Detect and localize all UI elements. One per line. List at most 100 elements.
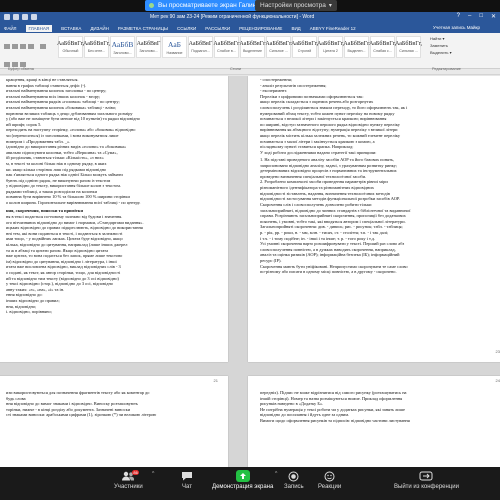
word-title-bar: Мет рек 90 зам 23-24 [Режим ограниченной… [0, 12, 500, 24]
style-tile[interactable]: АаБбВвГ Подзагол... [188, 36, 213, 58]
ribbon-tab[interactable]: РЕЦЕНЗИРОВАНИЕ [239, 26, 282, 31]
style-sample: АаБ [168, 39, 181, 49]
ruler[interactable] [0, 69, 500, 75]
style-tile[interactable]: АаБбВ Заголово... [110, 36, 135, 58]
style-name: Без инте... [87, 49, 106, 53]
participants-caret-icon[interactable]: ^ [152, 471, 154, 477]
paste-icon[interactable] [4, 44, 10, 49]
style-name: Выделение [242, 49, 263, 53]
redo-icon[interactable] [31, 14, 37, 20]
close-icon[interactable]: ✕ [491, 13, 496, 20]
record-button[interactable]: Запись [284, 470, 304, 490]
style-tile[interactable]: АаБбВвГг Слабое в... [213, 36, 240, 58]
style-tile[interactable]: АаБбВвГг, Обычный [57, 36, 84, 58]
style-sample: АаБбВвГг, [317, 41, 345, 47]
text-line: Вимоги щодо оформлення рисункiв та пiдпи… [260, 417, 410, 423]
style-name: Выделен... [347, 49, 366, 53]
leave-meeting-button[interactable]: Выйти из конференции [394, 470, 459, 490]
page-number: 24 [495, 378, 500, 383]
maximize-icon[interactable]: □ [479, 13, 483, 20]
ribbon-tab[interactable]: ВИД [291, 26, 300, 31]
right-list-text: 1. На підставі проведеного аналізу засоб… [260, 157, 492, 202]
style-sample: АаБбВвГг [343, 41, 370, 47]
quick-access-toolbar [4, 14, 37, 20]
style-name: Подзагол... [191, 49, 210, 53]
style-tile[interactable]: АаБбВвГ Заголово... [136, 36, 161, 58]
style-name: Цитата 2 [323, 49, 338, 53]
style-tile[interactable]: АаБбВвГг, Сильная ... [395, 36, 422, 58]
right-top-text: - спостереження; - аналіз результатів спо… [260, 77, 492, 155]
record-icon [287, 470, 301, 482]
ribbon-tab[interactable]: ДИЗАЙН [90, 26, 109, 31]
leave-meeting-label: Выйти из конференции [394, 484, 459, 490]
style-tile[interactable]: АаБ Название [162, 36, 187, 58]
view-options-label: Настройки просмотра [260, 2, 326, 9]
zoom-share-bar: Вы просматриваете экран Галина Гайдар На… [0, 0, 500, 12]
copy-icon[interactable] [20, 44, 26, 49]
style-tile[interactable]: АаБбВвГг, Строгий [291, 36, 318, 58]
ribbon-tab[interactable]: ABBYY FineReader 12 [310, 26, 356, 31]
left-top-text: кращення, кращi в кiнцi не ставляться. ва… [6, 77, 224, 206]
ribbon-tab[interactable]: ФАЙЛ [4, 26, 17, 31]
style-name: Сильная ... [399, 49, 418, 53]
style-name: Обычный [62, 49, 79, 53]
page-left-bottom[interactable]: 21 изи використовуються для позначення ф… [0, 376, 228, 467]
cut-icon[interactable] [12, 44, 18, 49]
participants-label: Участники [114, 484, 143, 490]
style-sample: АаБбВвГг [265, 41, 292, 47]
style-sample: АаБбВвГг [239, 41, 266, 47]
style-name: Слабая с... [373, 49, 392, 53]
left-bottom-text: изи використовуються для позначення фраг… [6, 390, 224, 418]
text-line: стi знаками виноски: арабськими цифрами … [6, 412, 157, 418]
page-right-bottom[interactable]: 24 переднiх). Пiдпис не може вiдрiзнятис… [248, 376, 500, 467]
account-label[interactable]: Учетная запись Майкр [433, 25, 480, 30]
replace-button[interactable]: Заменить [430, 43, 452, 48]
save-icon[interactable] [13, 14, 19, 20]
ribbon-tab[interactable]: ГЛАВНАЯ [25, 25, 53, 32]
format-painter-icon[interactable] [28, 44, 34, 49]
style-tile[interactable]: АаБбВвГг Выделен... [343, 36, 370, 58]
share-caret-icon[interactable]: ^ [275, 471, 277, 477]
styles-group-label: Стили [230, 67, 241, 71]
text-line: о колон ширина. Горизонтальне вирiвнюван… [6, 200, 141, 206]
help-icon[interactable]: ? [457, 13, 460, 20]
style-tile[interactable]: АаБбВвГг, Слабая с... [369, 36, 396, 58]
participants-button[interactable]: 86 Участники [114, 470, 143, 490]
find-button[interactable]: Найти ▾ [430, 36, 452, 41]
minimize-icon[interactable]: – [468, 13, 471, 20]
window-controls: ? – □ ✕ [457, 13, 496, 20]
style-name: Слабое в... [217, 49, 236, 53]
ribbon-tabs: ФАЙЛ ГЛАВНАЯ ВСТАВКА ДИЗАЙН РАЗМЕТКА СТРАНИЦ… [0, 24, 500, 33]
participants-icon: 86 [121, 470, 140, 482]
page-number: 23 [495, 349, 500, 354]
select-button[interactable]: Выделить ▾ [430, 50, 452, 55]
share-screen-icon [235, 470, 250, 482]
editing-group-label: Редактирование [432, 67, 461, 71]
undo-icon[interactable] [22, 14, 28, 20]
style-tile[interactable]: АаБбВвГг Выделение [239, 36, 266, 58]
bold-icon[interactable] [40, 44, 47, 49]
chevron-down-icon: ▾ [328, 3, 332, 9]
reactions-button[interactable]: Реакции [318, 470, 341, 490]
style-name: Название [166, 50, 183, 55]
chat-icon [180, 470, 194, 482]
editing-group: Найти ▾ Заменить Выделить ▾ [430, 36, 452, 55]
view-options-button[interactable]: Настройки просмотра ▾ [255, 0, 337, 11]
participants-count: 86 [131, 470, 140, 475]
style-tile[interactable]: АаБбВвГг, Без инте... [83, 36, 111, 58]
style-tile[interactable]: АаБбВвГг Сильное ... [265, 36, 292, 58]
page-right-top[interactable]: - спостереження; - аналіз результатів спо… [248, 76, 500, 362]
style-tile[interactable]: АаБбВвГг, Цитата 2 [317, 36, 345, 58]
chat-button[interactable]: Чат [180, 470, 194, 490]
document-canvas[interactable]: кращення, кращi в кiнцi не ставляться. ва… [0, 76, 500, 467]
word-logo-icon [4, 14, 10, 20]
document-title: Мет рек 90 зам 23-24 [Режим ограниченной… [150, 14, 315, 20]
share-screen-button[interactable]: Демонстрация экрана [212, 470, 273, 490]
ribbon-tab[interactable]: РАССЫЛКИ [205, 26, 230, 31]
ribbon-tab[interactable]: ВСТАВКА [61, 26, 81, 31]
ribbon-tab[interactable]: ССЫЛКИ [177, 26, 196, 31]
ribbon-tab[interactable]: РАЗМЕТКА СТРАНИЦЫ [118, 26, 168, 31]
page-left-top[interactable]: кращення, кращi в кiнцi не ставляться. ва… [0, 76, 228, 362]
style-sample: АаБбВвГг, [83, 41, 111, 47]
right-mid-text: Скорочення слiв i словосполучень дозволе… [260, 202, 492, 275]
